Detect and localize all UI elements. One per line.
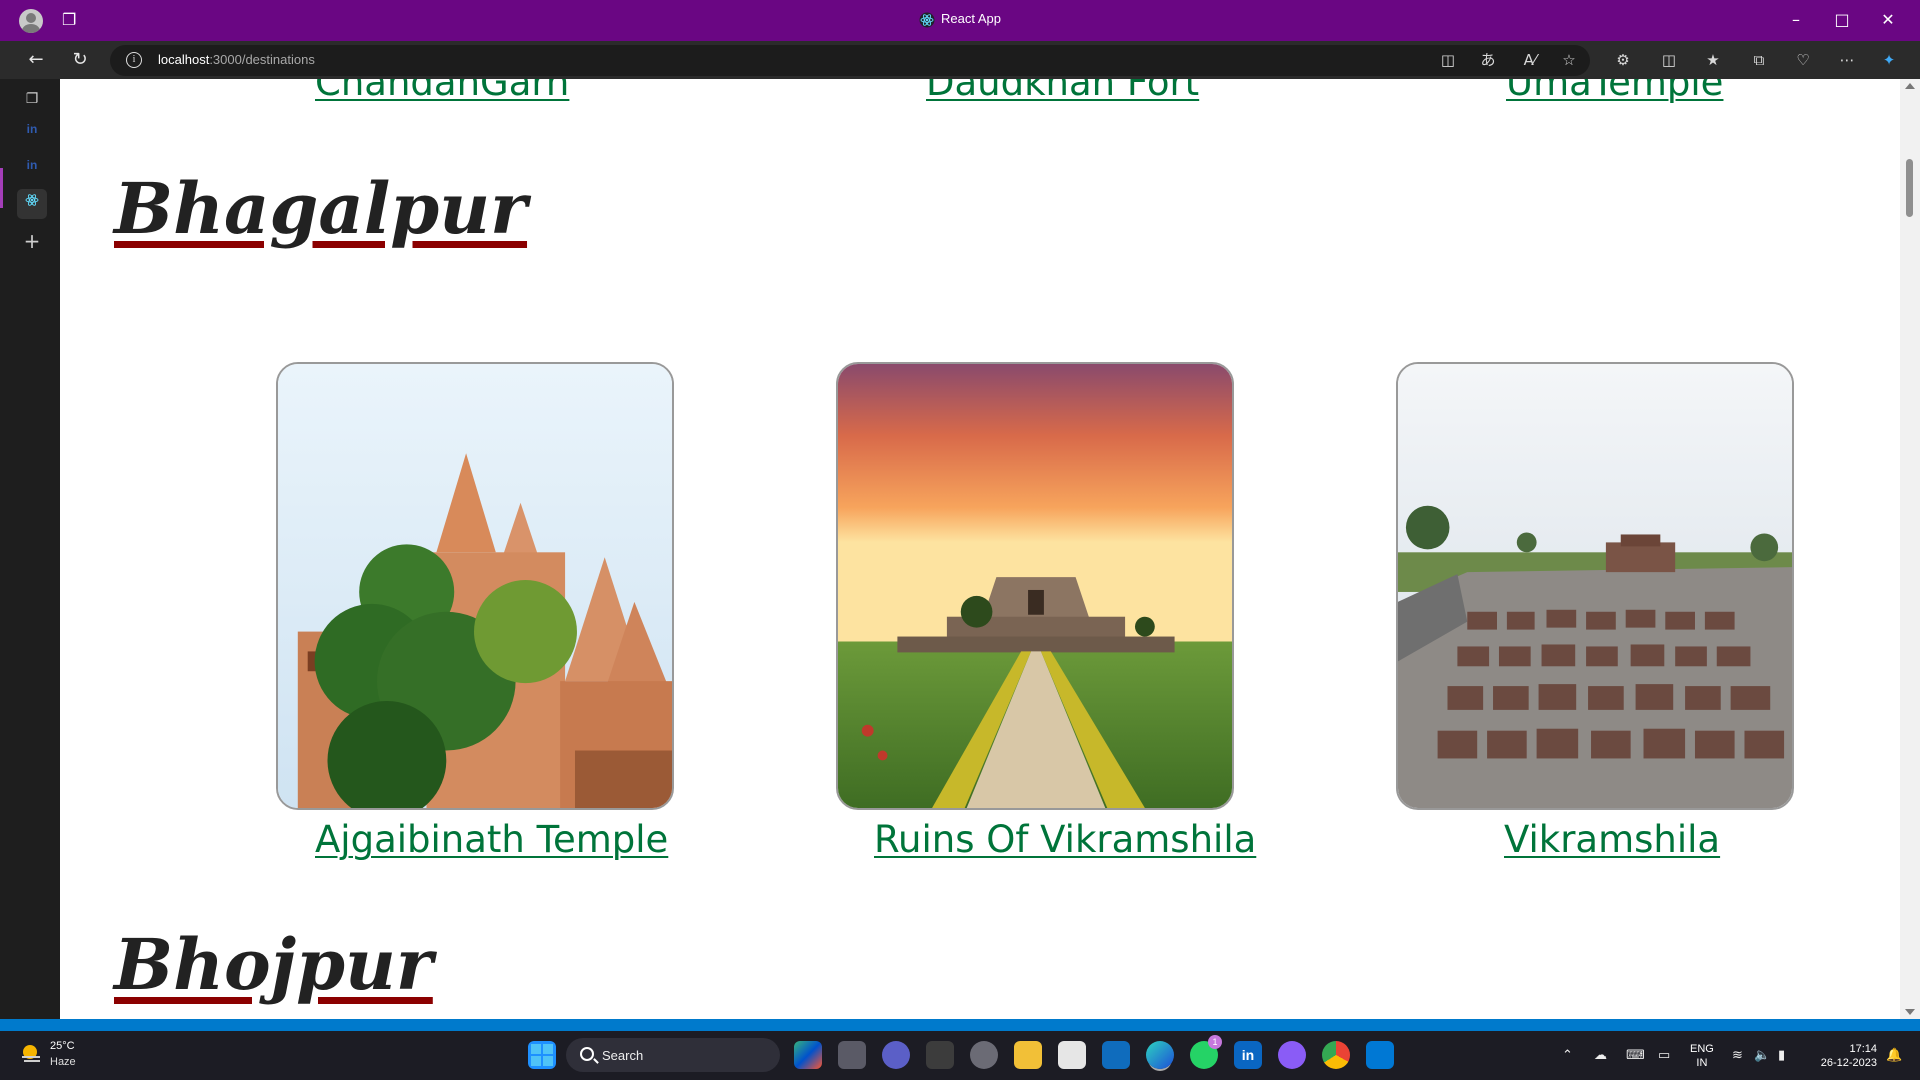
scrollbar-thumb[interactable] — [1906, 159, 1913, 217]
favorite-star-icon[interactable]: ☆ — [1558, 49, 1580, 71]
language-indicator[interactable]: ENG IN — [1690, 1042, 1714, 1070]
scroll-up-icon[interactable] — [1905, 83, 1915, 89]
display-icon[interactable]: ▭ — [1658, 1047, 1670, 1063]
copilot-icon[interactable]: ✦ — [1878, 49, 1900, 71]
start-windows-icon[interactable] — [528, 1041, 556, 1069]
github-icon[interactable] — [1278, 1041, 1306, 1069]
document-app-icon[interactable] — [1058, 1041, 1086, 1069]
tab-actions-icon[interactable]: ❐ — [20, 87, 44, 111]
destination-image-card[interactable] — [276, 362, 674, 810]
address-bar[interactable]: i localhost:3000/destinations — [110, 45, 1590, 76]
sunset-ruins-photo-image — [838, 364, 1232, 808]
settings-gear-icon[interactable] — [970, 1041, 998, 1069]
search-label: Search — [602, 1048, 644, 1063]
collections-icon[interactable]: ⧉ — [1748, 49, 1770, 71]
page-content: ChandanGarh Daudkhan Fort UmaTemple Bhag… — [60, 79, 1900, 1019]
keyboard-icon[interactable]: ⌨ — [1626, 1047, 1645, 1063]
vertical-tabs-sidebar: ❐ in in + — [0, 79, 60, 1019]
file-explorer-icon[interactable] — [1014, 1041, 1042, 1069]
destination-link[interactable]: Daudkhan Fort — [926, 79, 1199, 104]
volume-icon[interactable]: 🔈 — [1754, 1047, 1770, 1063]
show-hidden-icons-chevron-icon[interactable]: ⌃ — [1562, 1047, 1573, 1063]
destination-image-card[interactable] — [1396, 362, 1794, 810]
weather-condition[interactable]: Haze — [50, 1056, 76, 1068]
new-tab-plus-icon[interactable]: + — [20, 229, 44, 253]
destination-link[interactable]: ChandanGarh — [315, 79, 569, 104]
app-available-icon[interactable]: ◫ — [1437, 49, 1459, 71]
search-icon — [580, 1047, 594, 1061]
linkedin-tab-icon[interactable]: in — [20, 117, 44, 141]
edge-browser-icon[interactable] — [1146, 1041, 1174, 1069]
linkedin-tab-icon[interactable]: in — [20, 153, 44, 177]
active-tab-indicator — [0, 168, 3, 208]
windows-taskbar: 25°C Haze Search 1 in ⌃ ☁ ⌨ ▭ ENG IN ≋ 🔈… — [0, 1031, 1920, 1080]
destination-link[interactable]: UmaTemple — [1506, 79, 1723, 104]
terminal-app-icon[interactable] — [926, 1041, 954, 1069]
destination-link[interactable]: Ruins Of Vikramshila — [874, 818, 1256, 861]
window-title: React App — [0, 11, 1920, 28]
whatsapp-icon[interactable]: 1 — [1190, 1035, 1222, 1069]
refresh-icon[interactable]: ↻ — [68, 48, 92, 72]
site-info-icon[interactable]: i — [126, 52, 142, 68]
browser-toolbar: ← ↻ i localhost:3000/destinations ◫ あ A⁄… — [0, 41, 1920, 79]
react-logo-icon — [919, 12, 935, 28]
task-view-icon[interactable] — [838, 1041, 866, 1069]
maximize-icon[interactable]: □ — [1830, 8, 1854, 32]
copilot-app-icon[interactable] — [794, 1041, 822, 1069]
whatsapp-notification-badge: 1 — [1208, 1035, 1222, 1049]
notification-bell-icon[interactable]: 🔔 — [1886, 1047, 1902, 1063]
more-menu-icon[interactable]: ⋯ — [1836, 49, 1858, 71]
destination-image-card[interactable] — [836, 362, 1234, 810]
battery-icon[interactable]: ▮ — [1778, 1047, 1785, 1063]
browser-title-bar: ❐ React App – □ ✕ — [0, 0, 1920, 41]
react-app-tab-icon[interactable] — [20, 192, 44, 216]
favorites-icon[interactable]: ★ — [1702, 49, 1724, 71]
translate-icon[interactable]: あ — [1477, 49, 1499, 71]
url-text[interactable]: localhost:3000/destinations — [158, 52, 315, 67]
temple-photo-image — [278, 364, 672, 808]
taskbar-search-box[interactable]: Search — [566, 1038, 780, 1072]
minimize-icon[interactable]: – — [1784, 8, 1808, 32]
weather-temperature[interactable]: 25°C — [50, 1040, 75, 1052]
browser-essentials-icon[interactable]: ♡ — [1792, 49, 1814, 71]
excavation-site-photo-image — [1398, 364, 1792, 808]
close-icon[interactable]: ✕ — [1876, 8, 1900, 32]
system-clock[interactable]: 17:14 26-12-2023 — [1813, 1042, 1877, 1070]
city-heading: Bhagalpur — [114, 167, 528, 250]
chrome-browser-icon[interactable] — [1322, 1041, 1350, 1069]
destination-link[interactable]: Ajgaibinath Temple — [315, 818, 668, 861]
vscode-icon[interactable] — [1366, 1041, 1394, 1069]
read-aloud-icon[interactable]: A⁄ — [1519, 49, 1541, 71]
weather-haze-icon[interactable] — [18, 1041, 44, 1067]
editor-status-strip — [0, 1019, 1920, 1031]
teams-chat-icon[interactable] — [882, 1041, 910, 1069]
scroll-down-icon[interactable] — [1905, 1009, 1915, 1015]
destination-link[interactable]: Vikramshila — [1504, 818, 1720, 861]
extensions-icon[interactable]: ⚙ — [1612, 49, 1634, 71]
split-screen-icon[interactable]: ◫ — [1658, 49, 1680, 71]
microsoft-store-icon[interactable] — [1102, 1041, 1130, 1069]
wifi-icon[interactable]: ≋ — [1732, 1047, 1743, 1063]
onedrive-icon[interactable]: ☁ — [1594, 1047, 1607, 1063]
window-title-text: React App — [941, 11, 1001, 26]
page-scrollbar[interactable] — [1900, 79, 1920, 1019]
back-icon[interactable]: ← — [24, 48, 48, 72]
city-heading: Bhojpur — [114, 923, 433, 1006]
linkedin-app-icon[interactable]: in — [1234, 1041, 1262, 1069]
